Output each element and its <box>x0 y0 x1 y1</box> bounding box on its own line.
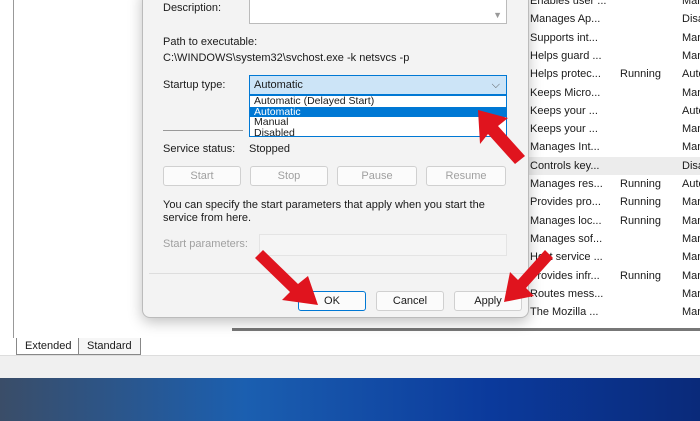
service-startup-type: Manu <box>682 0 700 7</box>
service-startup-type: Auto <box>682 68 700 81</box>
table-row[interactable]: Manages sof... Manu <box>528 230 700 248</box>
description-box: ▼ <box>249 0 507 24</box>
table-row[interactable]: Helps protec... Running Auto <box>528 65 700 83</box>
table-row[interactable]: The Mozilla ... Manu <box>528 303 700 321</box>
startup-type-value: Automatic <box>254 79 303 91</box>
option-automatic[interactable]: Automatic <box>250 106 506 117</box>
service-status: Running <box>620 178 661 190</box>
service-description: Provides infr... <box>530 269 600 282</box>
start-button[interactable]: Start <box>163 166 241 186</box>
table-row[interactable]: Helps guard ... Manu <box>528 47 700 65</box>
table-row[interactable]: Routes mess... Manu <box>528 285 700 303</box>
table-row[interactable]: Supports int... Manu <box>528 29 700 47</box>
status-bar <box>0 355 700 378</box>
service-description: Supports int... <box>530 31 598 44</box>
apply-button[interactable]: Apply <box>454 291 522 311</box>
table-row[interactable]: Keeps Micro... Manu <box>528 84 700 102</box>
table-row[interactable]: Controls key... Disab <box>528 156 700 175</box>
left-pane <box>0 0 14 338</box>
service-startup-type: Auto <box>682 104 700 117</box>
service-properties-dialog: Description: ▼ Path to executable: C:\WI… <box>142 0 529 318</box>
service-startup-type: Manu <box>682 214 700 227</box>
service-startup-type: Manu <box>682 49 700 62</box>
service-status: Running <box>620 269 661 282</box>
service-status-value: Stopped <box>249 143 290 155</box>
service-startup-type: Disab <box>682 13 700 26</box>
ok-button[interactable]: OK <box>298 291 366 311</box>
option-automatic-delayed[interactable]: Automatic (Delayed Start) <box>250 96 506 107</box>
stop-button[interactable]: Stop <box>250 166 328 186</box>
divider <box>149 273 524 274</box>
table-row[interactable]: Manages res... Running Auto <box>528 175 700 193</box>
cancel-button[interactable]: Cancel <box>376 291 444 311</box>
service-startup-type: Manu <box>682 287 700 300</box>
table-row[interactable]: Provides pro... Running Manu <box>528 193 700 211</box>
pause-button[interactable]: Pause <box>337 166 417 186</box>
start-parameters-label: Start parameters: <box>163 238 248 250</box>
service-description: Manages loc... <box>530 214 602 227</box>
table-row[interactable]: Keeps your ... Manu <box>528 120 700 138</box>
start-parameters-input[interactable] <box>259 234 507 256</box>
table-row[interactable]: Manages loc... Running Manu <box>528 212 700 230</box>
service-description: Keeps your ... <box>530 123 598 136</box>
service-status: Running <box>620 68 661 81</box>
services-list[interactable]: Enables user ... Manu Manages Ap... Disab Su… <box>528 0 700 325</box>
table-row[interactable]: Provides infr... Running Manu <box>528 267 700 285</box>
service-description: Controls key... <box>530 159 600 172</box>
path-value: C:\WINDOWS\system32\svchost.exe -k netsv… <box>163 52 410 64</box>
service-description: Enables user ... <box>530 0 607 7</box>
table-row[interactable]: Manages Ap... Disab <box>528 10 700 28</box>
service-startup-type: Manu <box>682 123 700 136</box>
service-startup-type: Manu <box>682 269 700 282</box>
service-status: Running <box>620 214 661 227</box>
horizontal-scrollbar[interactable] <box>232 328 700 331</box>
divider <box>163 130 243 131</box>
scroll-down-icon[interactable]: ▼ <box>493 10 502 20</box>
service-description: Keeps Micro... <box>530 86 601 99</box>
service-description: Manages Ap... <box>530 13 601 26</box>
chevron-down-icon: ⌵ <box>491 79 500 91</box>
path-label: Path to executable: <box>163 36 258 48</box>
resume-button[interactable]: Resume <box>426 166 506 186</box>
tab-standard[interactable]: Standard <box>78 338 141 355</box>
service-startup-type: Manu <box>682 232 700 245</box>
service-startup-type: Manu <box>682 196 700 209</box>
service-startup-type: Manu <box>682 306 700 319</box>
service-description: The Mozilla ... <box>530 306 599 319</box>
startup-type-label: Startup type: <box>163 79 226 91</box>
table-row[interactable]: Keeps your ... Auto <box>528 102 700 120</box>
service-status: Running <box>620 196 661 209</box>
service-status-label: Service status: <box>163 143 236 155</box>
service-description: Helps protec... <box>530 68 601 81</box>
start-params-hint: You can specify the start parameters tha… <box>163 199 485 224</box>
service-description: Provides pro... <box>530 196 601 209</box>
service-startup-type: Disab <box>682 159 700 172</box>
service-description: Manages Int... <box>530 141 600 154</box>
description-label: Description: <box>163 2 222 14</box>
option-manual[interactable]: Manual <box>250 117 506 128</box>
table-row[interactable]: Enables user ... Manu <box>528 0 700 10</box>
table-row[interactable]: Host service ... Manu <box>528 248 700 266</box>
service-startup-type: Auto <box>682 178 700 190</box>
service-description: Keeps your ... <box>530 104 598 117</box>
startup-type-dropdown[interactable]: Automatic (Delayed Start) Automatic Manu… <box>249 95 507 139</box>
tab-extended[interactable]: Extended <box>16 338 81 355</box>
service-startup-type: Manu <box>682 251 700 264</box>
service-description: Manages res... <box>530 178 603 190</box>
service-description: Host service ... <box>530 251 603 264</box>
desktop-wallpaper <box>0 378 700 421</box>
service-description: Routes mess... <box>530 287 604 300</box>
table-row[interactable]: Manages Int... Manu <box>528 138 700 156</box>
service-description: Helps guard ... <box>530 49 602 62</box>
service-description: Manages sof... <box>530 232 603 245</box>
service-startup-type: Manu <box>682 141 700 154</box>
startup-type-select[interactable]: Automatic ⌵ <box>249 75 507 95</box>
service-startup-type: Manu <box>682 86 700 99</box>
option-disabled[interactable]: Disabled <box>250 127 506 139</box>
service-startup-type: Manu <box>682 31 700 44</box>
